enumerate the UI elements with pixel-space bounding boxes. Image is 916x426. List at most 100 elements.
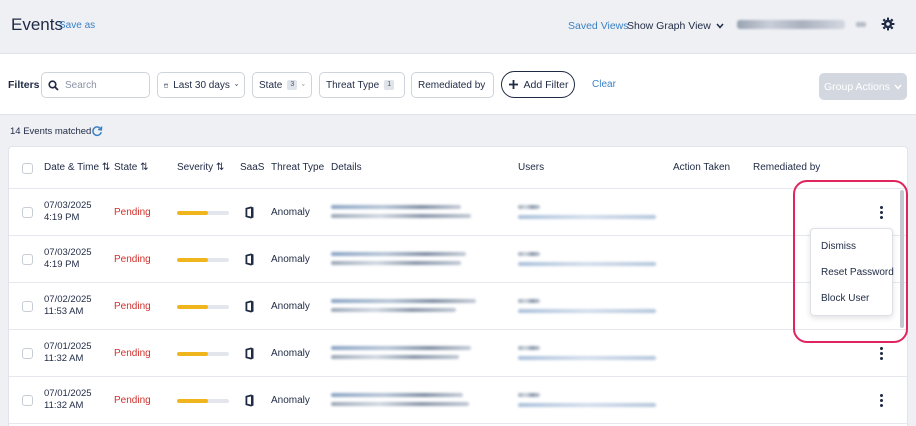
remediated-by-filter-label: Remediated by <box>418 79 486 91</box>
row-threat-type: Anomaly <box>271 254 310 265</box>
row-checkbox[interactable] <box>22 395 33 406</box>
table-row[interactable]: 07/03/2025 4:19 PM Pending Anomaly <box>9 236 907 283</box>
row-date: 07/03/2025 <box>44 200 92 211</box>
office-365-icon <box>245 253 254 266</box>
row-threat-type: Anomaly <box>271 395 310 406</box>
row-severity-bar <box>177 305 229 309</box>
chevron-down-icon <box>894 84 902 90</box>
row-time: 11:32 AM <box>44 400 84 411</box>
row-details-blurred-line <box>331 214 471 218</box>
row-state: Pending <box>114 395 151 406</box>
page-title: Events <box>11 15 63 34</box>
column-header-severity[interactable]: Severity ⇅ <box>177 162 224 173</box>
row-date-time: 07/03/2025 4:19 PM <box>44 200 92 224</box>
column-header-threat-type: Threat Type <box>271 162 325 173</box>
select-all-checkbox[interactable] <box>22 163 33 174</box>
add-filter-button[interactable]: Add Filter <box>501 71 575 98</box>
state-filter-dropdown[interactable]: State 3 <box>252 72 312 98</box>
row-user-blurred-name <box>518 205 540 209</box>
column-header-date-time[interactable]: Date & Time ⇅ <box>44 162 110 173</box>
row-severity-bar <box>177 258 229 262</box>
row-date: 07/01/2025 <box>44 341 92 352</box>
annotation-highlight <box>793 180 908 343</box>
save-as-link[interactable]: Save as <box>59 20 95 31</box>
row-time: 4:19 PM <box>44 212 80 223</box>
row-checkbox[interactable] <box>22 254 33 265</box>
date-range-dropdown[interactable]: Last 30 days <box>157 72 245 98</box>
clear-filters-link[interactable]: Clear <box>592 79 616 90</box>
table-row[interactable]: 07/01/2025 11:32 AM Pending Anomaly <box>9 330 907 377</box>
column-header-details: Details <box>331 162 362 173</box>
row-state: Pending <box>114 348 151 359</box>
column-header-remediated-by: Remediated by <box>753 162 821 173</box>
row-user-blurred-name <box>518 346 540 350</box>
row-date: 07/03/2025 <box>44 247 92 258</box>
office-365-icon <box>245 347 254 360</box>
show-graph-view-label: Show Graph View <box>627 20 711 32</box>
row-severity-bar <box>177 211 229 215</box>
office-365-icon <box>245 394 254 407</box>
row-actions-kebab-icon[interactable] <box>880 347 883 360</box>
filter-bar: Filters Last 30 days State 3 Threat Type… <box>0 53 916 115</box>
row-user-blurred-email <box>518 309 656 313</box>
sort-icon: ⇅ <box>140 162 149 173</box>
row-user-blurred-name <box>518 393 540 397</box>
row-details-blurred-line <box>331 308 456 312</box>
column-header-action-taken: Action Taken <box>673 162 731 173</box>
results-summary: 14 Events matched <box>0 116 916 146</box>
row-checkbox[interactable] <box>22 348 33 359</box>
account-badge-blurred <box>856 22 866 27</box>
refresh-icon[interactable] <box>91 125 103 137</box>
row-date-time: 07/01/2025 11:32 AM <box>44 388 92 412</box>
column-header-severity-label: Severity <box>177 162 214 173</box>
threat-type-filter-count-badge: 1 <box>384 80 395 90</box>
calendar-icon <box>164 83 169 88</box>
row-state: Pending <box>114 301 151 312</box>
row-actions-kebab-icon[interactable] <box>880 394 883 407</box>
table-row[interactable]: 07/03/2025 4:19 PM Pending Anomaly <box>9 189 907 236</box>
top-bar: Events Save as Saved Views Show Graph Vi… <box>0 0 916 52</box>
saved-views-link[interactable]: Saved Views <box>568 20 629 32</box>
row-details-blurred-line <box>331 393 463 397</box>
row-details-blurred-line <box>331 252 466 256</box>
row-checkbox[interactable] <box>22 301 33 312</box>
row-user-blurred-name <box>518 252 540 256</box>
row-user-blurred-email <box>518 215 656 219</box>
table-row[interactable]: 07/01/2025 11:32 AM Pending Anomaly <box>9 377 907 424</box>
table-header: Date & Time ⇅ State ⇅ Severity ⇅ SaaS Th… <box>9 147 907 189</box>
office-365-icon <box>245 300 254 313</box>
column-header-saas: SaaS <box>240 162 265 173</box>
group-actions-label: Group Actions <box>824 80 890 93</box>
row-details-blurred-line <box>331 205 461 209</box>
remediated-by-filter-dropdown[interactable]: Remediated by <box>411 72 494 98</box>
row-severity-bar <box>177 399 229 403</box>
row-threat-type: Anomaly <box>271 301 310 312</box>
row-checkbox[interactable] <box>22 207 33 218</box>
row-threat-type: Anomaly <box>271 207 310 218</box>
column-header-state[interactable]: State ⇅ <box>114 162 149 173</box>
events-matched-count: 14 Events matched <box>10 126 92 137</box>
search-box[interactable] <box>41 72 150 98</box>
events-table: Date & Time ⇅ State ⇅ Severity ⇅ SaaS Th… <box>8 146 908 426</box>
user-account-blurred[interactable] <box>737 20 845 29</box>
group-actions-button[interactable]: Group Actions <box>819 73 907 100</box>
chevron-down-icon <box>235 84 238 87</box>
table-row[interactable]: 07/02/2025 11:53 AM Pending Anomaly <box>9 283 907 330</box>
column-header-date-time-label: Date & Time <box>44 162 100 173</box>
gear-icon[interactable] <box>881 17 895 31</box>
chevron-down-icon <box>302 84 305 86</box>
row-details-blurred-line <box>331 346 471 350</box>
row-state: Pending <box>114 254 151 265</box>
row-date: 07/02/2025 <box>44 294 92 305</box>
filters-label: Filters <box>8 79 40 91</box>
show-graph-view-dropdown[interactable]: Show Graph View <box>627 20 724 32</box>
row-user-blurred-email <box>518 403 656 407</box>
row-details-blurred-line <box>331 299 476 303</box>
row-time: 11:32 AM <box>44 353 84 364</box>
column-header-users: Users <box>518 162 545 173</box>
row-details-blurred-line <box>331 402 469 406</box>
search-input[interactable] <box>65 79 135 91</box>
threat-type-filter-dropdown[interactable]: Threat Type 1 <box>319 72 405 98</box>
state-filter-label: State <box>259 79 283 91</box>
chevron-down-icon <box>716 23 724 29</box>
